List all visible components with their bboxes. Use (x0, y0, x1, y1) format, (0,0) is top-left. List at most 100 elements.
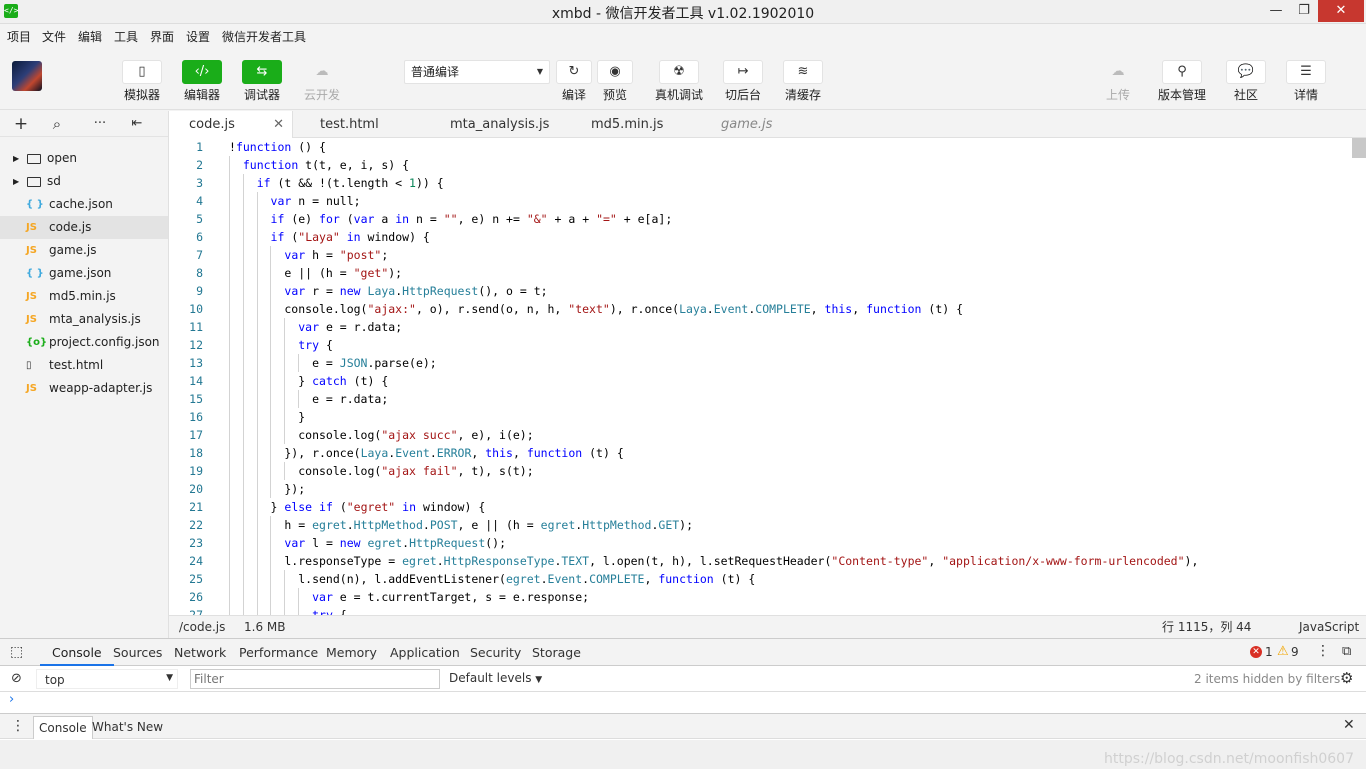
compile-mode-select[interactable]: 普通编译 ▼ (404, 60, 550, 84)
code-line[interactable]: e = r.data; (229, 390, 388, 408)
code-line[interactable]: console.log("ajax succ", e), i(e); (229, 426, 533, 444)
inspect-element-icon[interactable]: ⬚ (10, 644, 23, 660)
menu-view[interactable]: 界面 (150, 28, 174, 45)
debugger-button[interactable]: ⇆ (242, 60, 282, 84)
code-line[interactable]: e = JSON.parse(e); (229, 354, 437, 372)
add-icon[interactable]: + (12, 115, 30, 133)
tree-folder[interactable]: ▶ open (0, 147, 168, 170)
code-line[interactable]: } catch (t) { (229, 372, 388, 390)
context-select[interactable]: top ▼ (36, 669, 178, 689)
warning-icon[interactable]: ⚠ (1277, 644, 1289, 659)
more-icon[interactable]: ··· (91, 115, 109, 133)
maximize-button[interactable]: ❐ (1289, 0, 1319, 22)
code-line[interactable]: var e = r.data; (229, 318, 402, 336)
cursor-position[interactable]: 行 1115，列 44 (1162, 616, 1251, 638)
tree-file[interactable]: JS weapp-adapter.js (0, 377, 168, 400)
editor-button[interactable]: ‹/› (182, 60, 222, 84)
version-button[interactable]: ⚲ (1162, 60, 1202, 84)
kebab-menu-icon[interactable]: ⋮ (1316, 643, 1330, 659)
menu-tools[interactable]: 工具 (114, 28, 138, 45)
code-line[interactable]: if (e) for (var a in n = "", e) n += "&"… (229, 210, 673, 228)
tab-mta-analysis-js[interactable]: mta_analysis.js (450, 111, 549, 138)
tab-application[interactable]: Application (390, 639, 460, 666)
search-icon[interactable]: ⌕ (48, 115, 66, 133)
console-prompt[interactable]: › (0, 692, 1366, 712)
error-icon[interactable]: ✕ (1250, 646, 1262, 658)
simulator-button[interactable]: ▯ (122, 60, 162, 84)
code-editor[interactable]: 1 2 3 4 5 6 7 8 9 10 11 12 13 14 15 16 17 18 19 20 21 22 23 24 2… (169, 138, 1366, 615)
code-line[interactable]: var n = null; (229, 192, 361, 210)
code-line[interactable]: if ("Laya" in window) { (229, 228, 430, 246)
code-line[interactable]: console.log("ajax:", o), r.send(o, n, h,… (229, 300, 963, 318)
tree-file[interactable]: JS game.js (0, 239, 168, 262)
tree-file[interactable]: JS code.js (0, 216, 168, 239)
tab-memory[interactable]: Memory (326, 639, 377, 666)
avatar[interactable] (12, 61, 42, 91)
compile-button[interactable]: ↻ (556, 60, 592, 84)
remote-debug-button[interactable]: ☢ (659, 60, 699, 84)
code-line[interactable]: function t(t, e, i, s) { (229, 156, 409, 174)
code-area[interactable]: !function () { function t(t, e, i, s) { … (229, 138, 1349, 615)
tree-folder[interactable]: ▶ sd (0, 170, 168, 193)
tree-file[interactable]: JS md5.min.js (0, 285, 168, 308)
code-line[interactable]: l.send(n), l.addEventListener(egret.Even… (229, 570, 755, 588)
log-levels-select[interactable]: Default levels ▼ (449, 671, 542, 685)
tab-test-html[interactable]: test.html (320, 111, 379, 138)
tab-code-js[interactable]: code.js ✕ (169, 111, 293, 138)
menu-project[interactable]: 项目 (7, 28, 31, 45)
console-filter-input[interactable] (190, 669, 440, 689)
language-mode[interactable]: JavaScript (1299, 616, 1359, 638)
code-line[interactable]: try { (229, 606, 347, 615)
editor-scrollbar[interactable] (1352, 138, 1366, 158)
close-icon[interactable]: ✕ (273, 111, 284, 138)
code-line[interactable]: var h = "post"; (229, 246, 388, 264)
gear-icon[interactable]: ⚙ (1340, 669, 1353, 687)
code-line[interactable]: }); (229, 480, 305, 498)
tab-network[interactable]: Network (174, 639, 226, 666)
tree-file[interactable]: { } game.json (0, 262, 168, 285)
code-line[interactable]: try { (229, 336, 333, 354)
tab-performance[interactable]: Performance (239, 639, 318, 666)
undock-icon[interactable]: ⧉ (1342, 644, 1351, 659)
code-line[interactable]: var e = t.currentTarget, s = e.response; (229, 588, 589, 606)
tab-storage[interactable]: Storage (532, 639, 581, 666)
tab-sources[interactable]: Sources (113, 639, 162, 666)
code-line[interactable]: console.log("ajax fail", t), s(t); (229, 462, 533, 480)
code-line[interactable]: !function () { (229, 138, 326, 156)
code-line[interactable]: }), r.once(Laya.Event.ERROR, this, funct… (229, 444, 623, 462)
tree-file[interactable]: {o} project.config.json (0, 331, 168, 354)
tab-console[interactable]: Console (40, 639, 114, 666)
tree-file[interactable]: JS mta_analysis.js (0, 308, 168, 331)
tree-file[interactable]: ▯ test.html (0, 354, 168, 377)
menu-edit[interactable]: 编辑 (78, 28, 102, 45)
community-button[interactable]: 💬 (1226, 60, 1266, 84)
code-line[interactable]: var r = new Laya.HttpRequest(), o = t; (229, 282, 547, 300)
code-line[interactable]: } else if ("egret" in window) { (229, 498, 486, 516)
code-line[interactable]: l.responseType = egret.HttpResponseType.… (229, 552, 1198, 570)
close-drawer-icon[interactable]: ✕ (1343, 717, 1355, 733)
upload-button[interactable]: ☁ (1098, 60, 1138, 84)
preview-button[interactable]: ◉ (597, 60, 633, 84)
code-line[interactable]: h = egret.HttpMethod.POST, e || (h = egr… (229, 516, 693, 534)
drawer-menu-icon[interactable]: ⋮ (11, 718, 25, 734)
menu-settings[interactable]: 设置 (186, 28, 210, 45)
tab-game-js[interactable]: game.js (721, 111, 772, 138)
tab-security[interactable]: Security (470, 639, 521, 666)
clear-cache-button[interactable]: ≋ (783, 60, 823, 84)
cloud-dev-button[interactable]: ☁ (302, 60, 342, 84)
drawer-tab-console[interactable]: Console (33, 716, 93, 739)
menu-file[interactable]: 文件 (42, 28, 66, 45)
collapse-icon[interactable]: ⇤ (128, 115, 146, 133)
tree-file[interactable]: { } cache.json (0, 193, 168, 216)
drawer-tab-whats-new[interactable]: What's New (92, 716, 163, 739)
code-line[interactable]: if (t && !(t.length < 1)) { (229, 174, 444, 192)
code-line[interactable]: } (229, 408, 305, 426)
menu-wechat-devtools[interactable]: 微信开发者工具 (222, 28, 306, 45)
clear-console-icon[interactable]: ⊘ (11, 671, 22, 686)
tab-md5-min-js[interactable]: md5.min.js (591, 111, 663, 138)
minimize-button[interactable]: — (1261, 0, 1291, 22)
details-button[interactable]: ☰ (1286, 60, 1326, 84)
code-line[interactable]: e || (h = "get"); (229, 264, 402, 282)
close-window-button[interactable]: ✕ (1318, 0, 1364, 22)
background-button[interactable]: ↦ (723, 60, 763, 84)
